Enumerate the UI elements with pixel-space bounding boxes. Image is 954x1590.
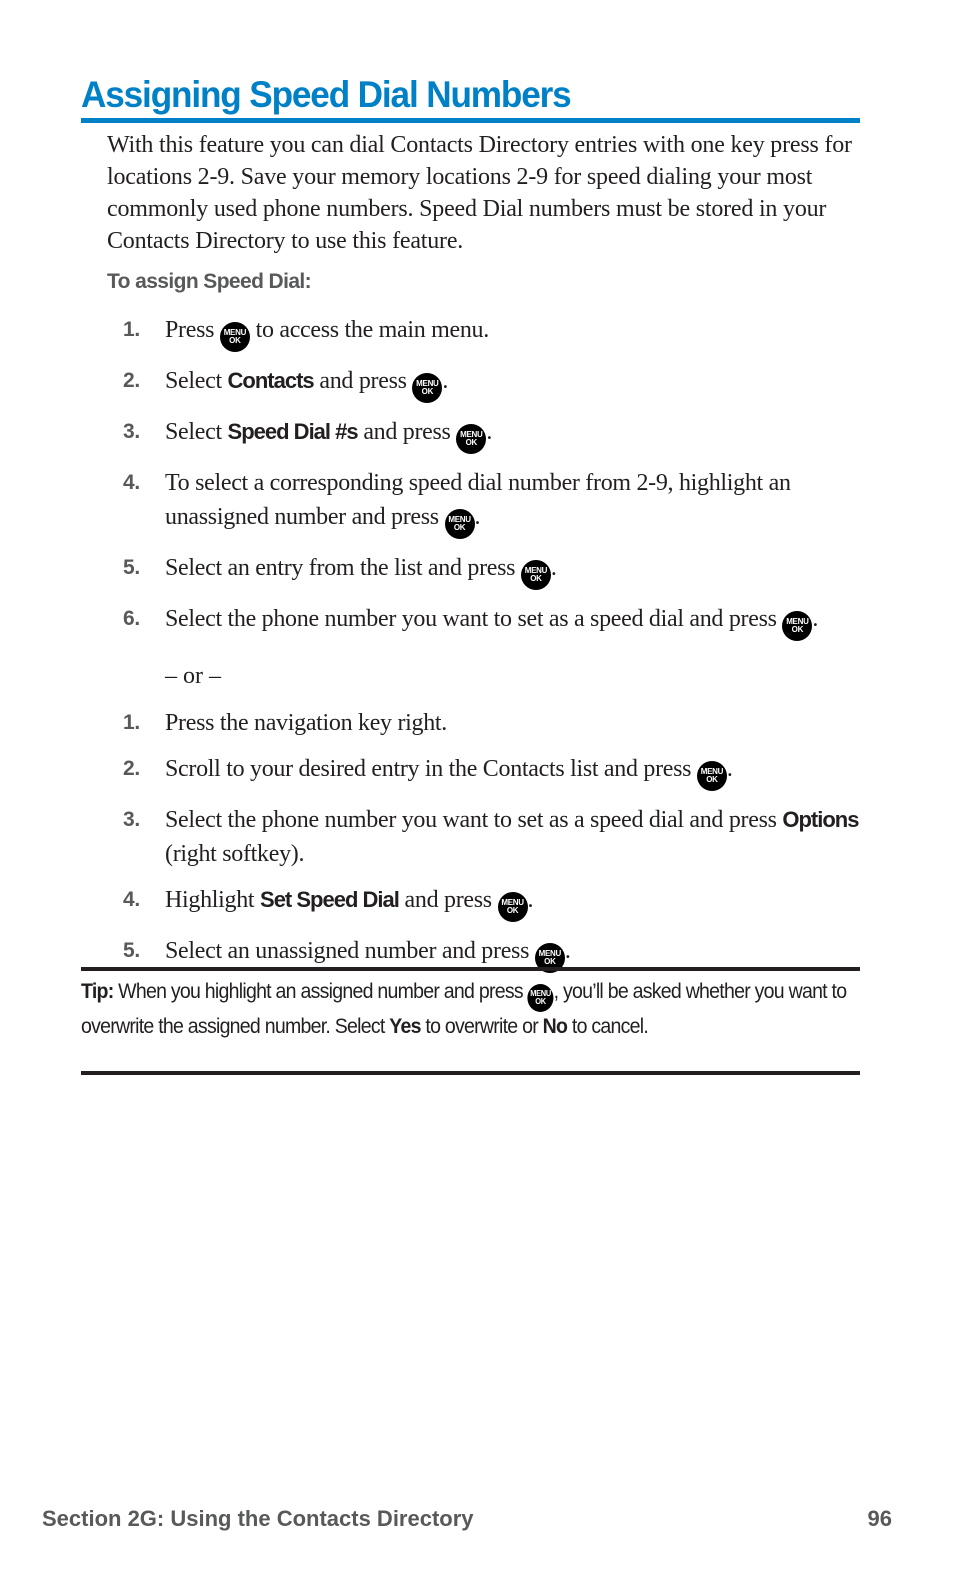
step-text: Select the phone number you want to set …: [165, 606, 783, 632]
menu-ok-key-icon: MENU OK: [412, 373, 443, 403]
step-text: Press: [165, 317, 220, 343]
step-text: to access the main menu.: [249, 317, 490, 343]
menu-ok-key-icon: MENU OK: [456, 424, 487, 454]
step-number: 2.: [123, 369, 140, 392]
option-yes: Yes: [389, 1015, 421, 1038]
step-text: Highlight: [165, 887, 261, 913]
step-a-3: 3. Select Speed Dial #s and press MENU OK…: [107, 415, 867, 454]
step-text: Select an unassigned number and press: [165, 938, 535, 964]
step-number: 6.: [123, 607, 140, 630]
steps-list-b: 1. Press the navigation key right. 2. Sc…: [107, 706, 867, 985]
or-separator: – or –: [165, 663, 221, 689]
page-title: Assigning Speed Dial Numbers: [81, 74, 572, 115]
step-number: 4.: [123, 471, 140, 494]
page-number: 96: [867, 1506, 892, 1531]
menu-ok-key-icon: MENU OK: [520, 560, 551, 590]
step-number: 1.: [123, 318, 140, 341]
step-text: and press: [313, 368, 413, 394]
intro-paragraph: With this feature you can dial Contacts …: [107, 132, 852, 254]
step-text: Select: [165, 368, 228, 394]
step-b-2: 2. Scroll to your desired entry in the C…: [107, 752, 867, 791]
softkey-options: Options: [782, 807, 859, 832]
step-number: 3.: [123, 808, 140, 831]
step-b-1: 1. Press the navigation key right.: [107, 706, 867, 740]
tip-rule-bottom: [81, 1071, 860, 1075]
step-text: Press the navigation key right.: [165, 710, 447, 736]
step-number: 4.: [123, 888, 140, 911]
procedure-subhead: To assign Speed Dial:: [107, 270, 312, 293]
menu-ok-key-icon: MENU OK: [527, 984, 554, 1012]
step-b-4: 4. Highlight Set Speed Dial and press ME…: [107, 883, 867, 922]
step-number: 5.: [123, 556, 140, 579]
menu-option-speed-dial: Speed Dial #s: [227, 419, 359, 444]
step-a-6: 6. Select the phone number you want to s…: [107, 602, 867, 641]
step-text: Select the phone number you want to set …: [165, 807, 783, 833]
step-text: Select an entry from the list and press: [165, 555, 521, 581]
tip-label: Tip:: [81, 980, 114, 1003]
tip-rule-top: [81, 967, 860, 971]
step-a-4: 4. To select a corresponding speed dial …: [107, 466, 867, 539]
step-a-1: 1. Press MENU OK to access the main menu.: [107, 313, 867, 352]
menu-ok-key-icon: MENU OK: [444, 509, 475, 539]
step-number: 5.: [123, 939, 140, 962]
step-number: 2.: [123, 757, 140, 780]
step-b-3: 3. Select the phone number you want to s…: [107, 803, 867, 871]
step-a-2: 2. Select Contacts and press MENU OK.: [107, 364, 867, 403]
steps-list-a: 1. Press MENU OK to access the main menu.…: [107, 313, 867, 653]
menu-option-contacts: Contacts: [227, 368, 315, 393]
step-text: Select: [165, 419, 228, 445]
tip-box: Tip: When you highlight an assigned numb…: [81, 980, 847, 1038]
menu-ok-key-icon: MENU OK: [782, 611, 813, 641]
option-no: No: [542, 1015, 568, 1038]
menu-ok-key-icon: MENU OK: [219, 322, 250, 352]
step-a-5: 5. Select an entry from the list and pre…: [107, 551, 867, 590]
step-number: 1.: [123, 711, 140, 734]
step-text: Scroll to your desired entry in the Cont…: [165, 756, 697, 782]
footer-section-title: Section 2G: Using the Contacts Directory: [42, 1506, 474, 1531]
step-text: and press: [357, 419, 457, 445]
step-number: 3.: [123, 420, 140, 443]
menu-ok-key-icon: MENU OK: [696, 761, 727, 791]
menu-ok-key-icon: MENU OK: [497, 892, 528, 922]
menu-option-set-speed-dial: Set Speed Dial: [260, 887, 400, 912]
title-rule: [81, 118, 860, 123]
